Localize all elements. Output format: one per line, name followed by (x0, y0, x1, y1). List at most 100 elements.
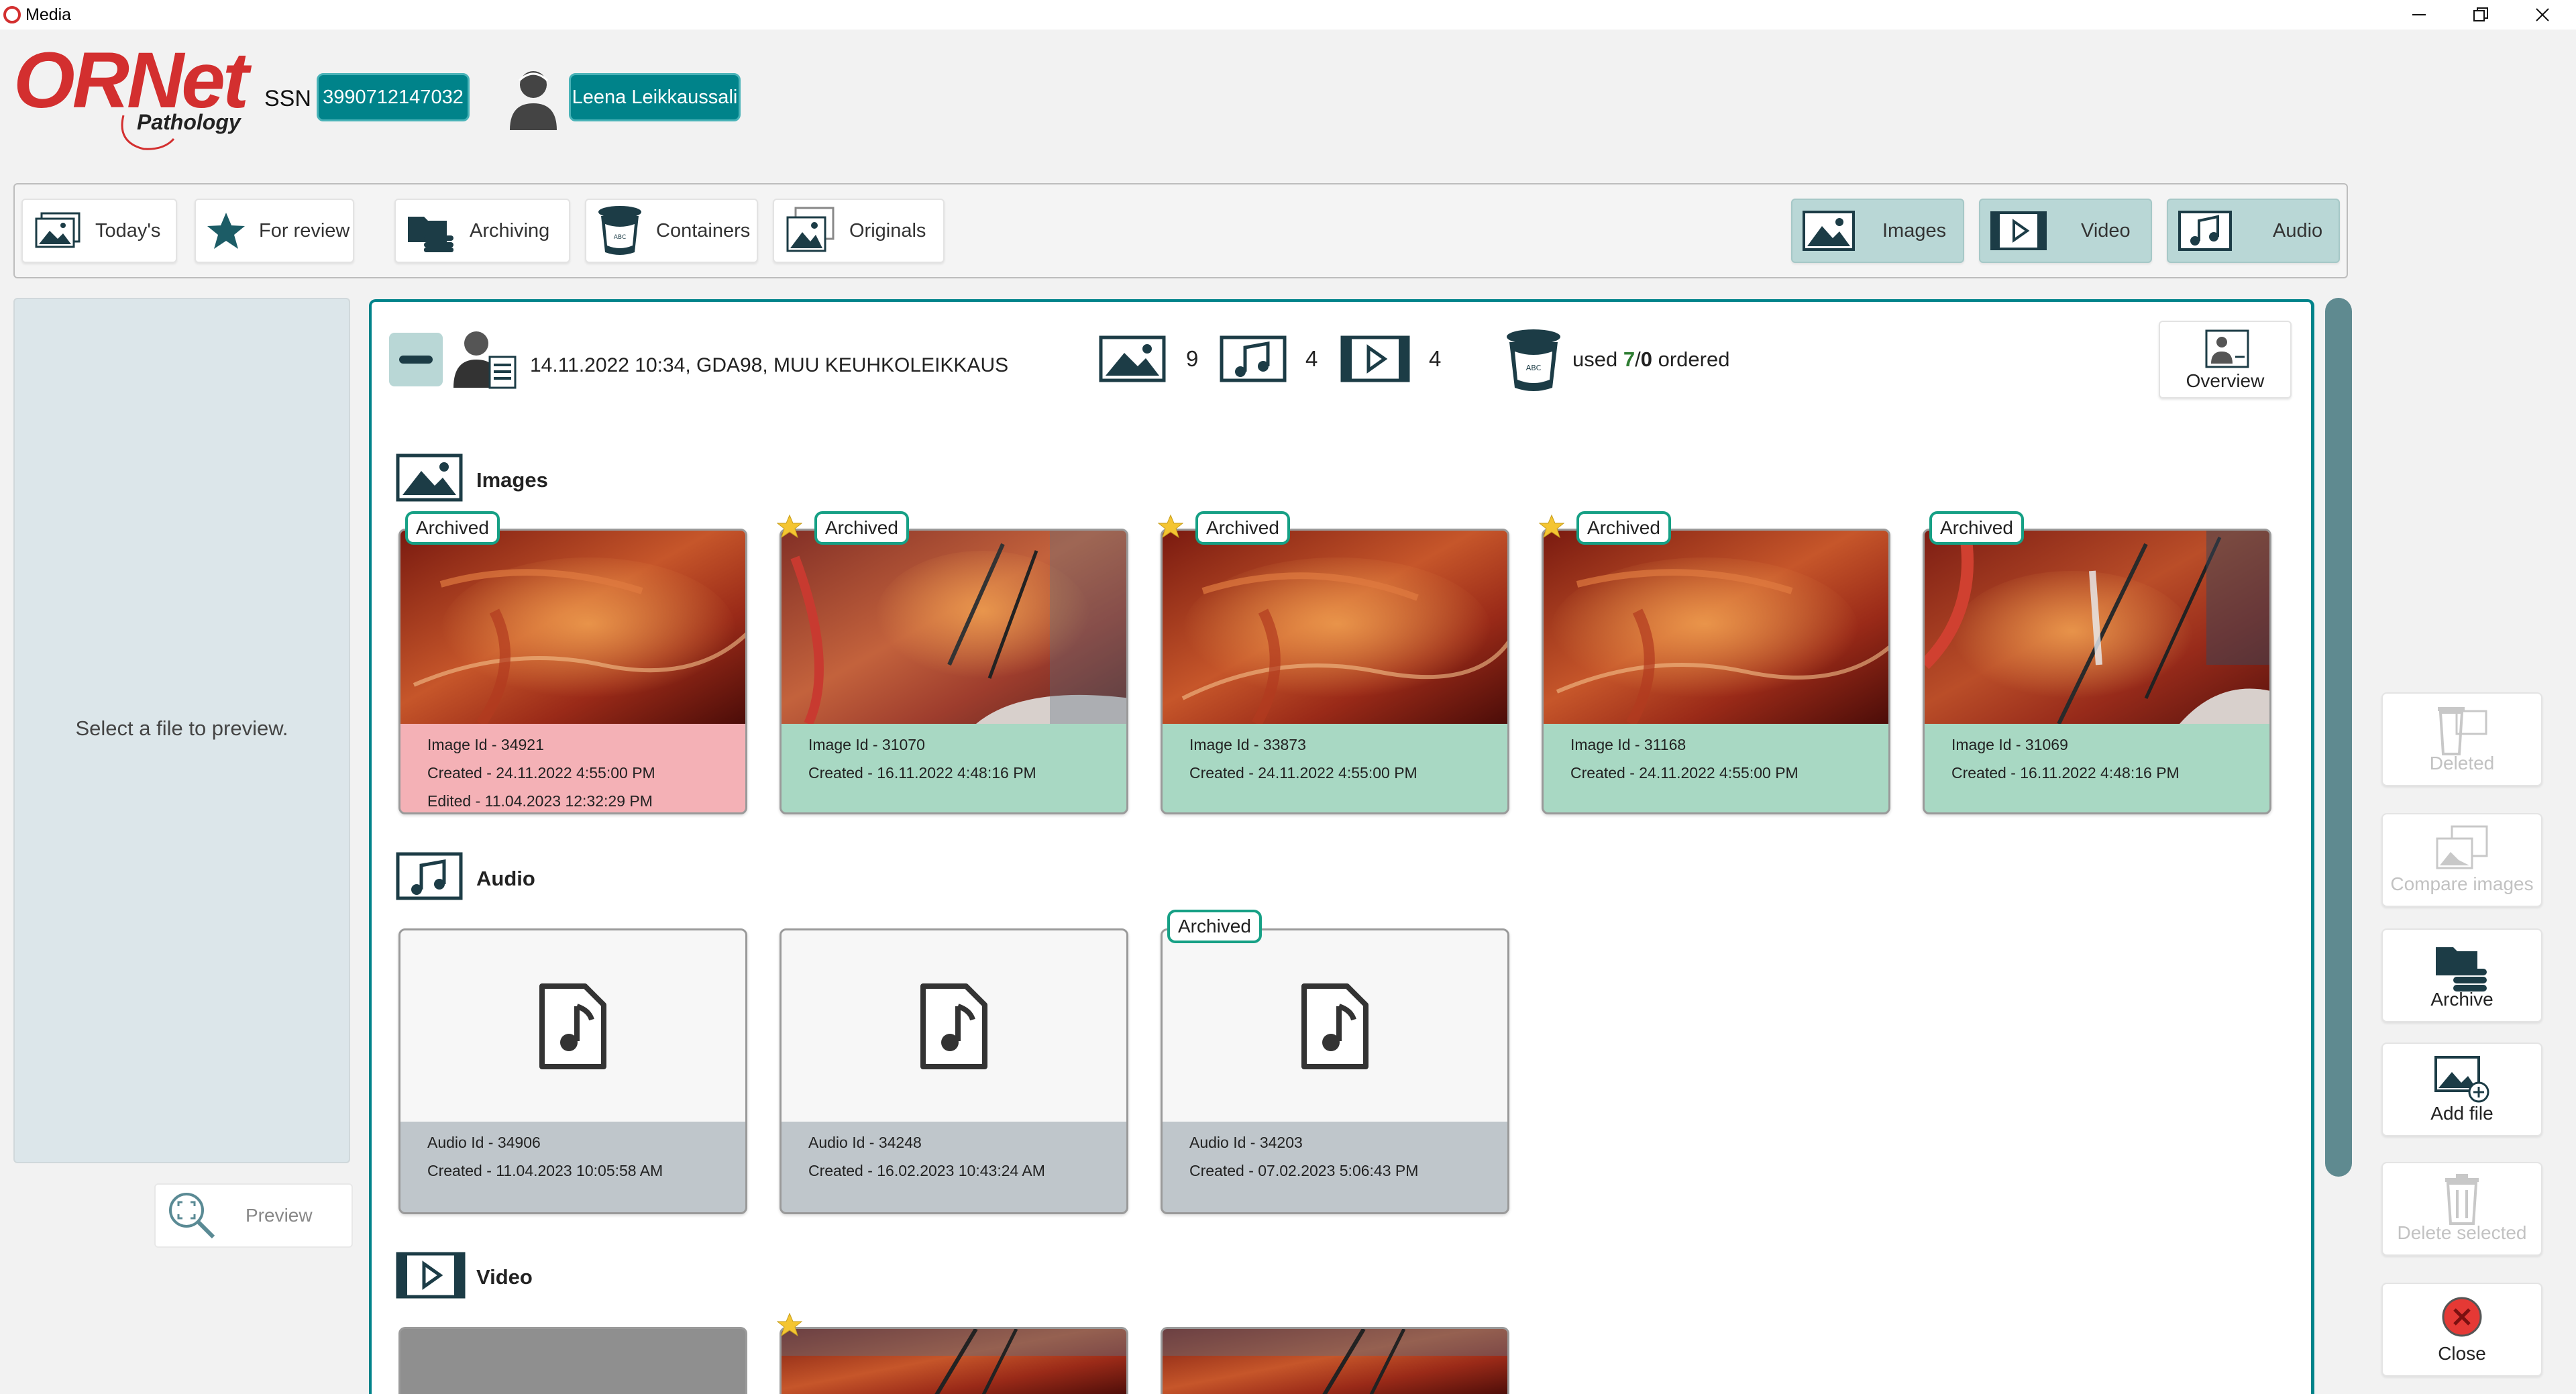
image-card[interactable]: Image Id - 33873 Created - 24.11.2022 4:… (1161, 529, 1509, 814)
image-count-icon (1099, 335, 1166, 382)
image-created: Created - 16.11.2022 4:48:16 PM (1951, 764, 2180, 782)
usage-separator: / (1635, 347, 1641, 371)
todays-label: Today's (95, 219, 161, 242)
image-id: Image Id - 33873 (1189, 736, 1306, 753)
add-file-button[interactable]: Add file (2381, 1042, 2542, 1136)
star-icon (207, 213, 245, 249)
ordered-count: 0 (1640, 347, 1652, 371)
overview-label: Overview (2186, 370, 2265, 391)
video-card[interactable] (1161, 1327, 1509, 1394)
starred-icon (777, 514, 802, 539)
container-jar-icon: ABC (598, 206, 641, 255)
compare-images-button[interactable]: Compare images (2381, 813, 2542, 907)
audio-card[interactable]: Audio Id - 34203 Created - 07.02.2023 5:… (1161, 928, 1509, 1214)
ssn-label: SSN (264, 86, 311, 111)
video-card[interactable] (398, 1327, 747, 1394)
close-circle-icon (2442, 1297, 2482, 1337)
images-section-title: Images (476, 468, 548, 492)
for-review-label: For review (259, 219, 350, 242)
trash-icon (2445, 1174, 2479, 1225)
app-logo-icon (3, 6, 21, 23)
audio-card[interactable]: Audio Id - 34906 Created - 11.04.2023 10… (398, 928, 747, 1214)
delete-selected-label: Delete selected (2397, 1222, 2527, 1243)
close-button[interactable]: Close (2381, 1283, 2542, 1377)
for-review-button[interactable]: For review (195, 199, 354, 263)
audio-created: Created - 11.04.2023 10:05:58 AM (427, 1162, 663, 1179)
audio-count: 4 (1305, 346, 1318, 371)
compare-images-label: Compare images (2390, 873, 2534, 894)
video-filter-label: Video (2081, 219, 2131, 242)
image-created: Created - 16.11.2022 4:48:16 PM (808, 764, 1036, 782)
ordered-suffix: ordered (1658, 347, 1730, 371)
video-filter-button[interactable]: Video (1979, 199, 2152, 263)
ornet-logo: ORNet Pathology (9, 35, 251, 162)
collapse-button[interactable] (389, 333, 443, 386)
user-name: Leena Leikkaussali (569, 73, 741, 121)
svg-text:ABC: ABC (1526, 364, 1542, 372)
containers-label: Containers (656, 219, 751, 242)
scrollbar-thumb[interactable] (2325, 298, 2352, 1177)
containers-usage: used 7/0 ordered (1572, 347, 1729, 372)
starred-icon (777, 1312, 802, 1337)
image-card[interactable]: Image Id - 31168 Created - 24.11.2022 4:… (1542, 529, 1890, 814)
images-section-icon (396, 453, 463, 502)
video-count: 4 (1429, 346, 1442, 371)
image-card[interactable]: Image Id - 31070 Created - 16.11.2022 4:… (780, 529, 1128, 814)
image-icon (1803, 211, 1855, 251)
audio-id: Audio Id - 34203 (1189, 1134, 1303, 1151)
delete-selected-button[interactable]: Delete selected (2381, 1162, 2542, 1256)
image-card-meta: Image Id - 33873 Created - 24.11.2022 4:… (1163, 724, 1507, 812)
archive-icon (2436, 947, 2487, 991)
todays-button[interactable]: Today's (21, 199, 177, 263)
patient-record-icon (453, 331, 517, 389)
starred-icon (1539, 514, 1564, 539)
archived-badge: Archived (1929, 511, 2024, 545)
media-panel (369, 299, 2314, 1394)
archiving-button[interactable]: Archiving (394, 199, 570, 263)
images-stack-icon (35, 212, 80, 248)
audio-count-icon (1220, 335, 1287, 382)
archive-button[interactable]: Archive (2381, 928, 2542, 1022)
archived-badge: Archived (1576, 511, 1671, 545)
image-card[interactable]: Image Id - 34921 Created - 24.11.2022 4:… (398, 529, 747, 814)
audio-card-meta: Audio Id - 34248 Created - 16.02.2023 10… (782, 1122, 1126, 1212)
archived-badge: Archived (1195, 511, 1290, 545)
close-label: Close (2438, 1343, 2486, 1364)
image-created: Created - 24.11.2022 4:55:00 PM (1189, 764, 1417, 782)
archived-badge: Archived (405, 511, 500, 545)
minimize-button[interactable] (2388, 1, 2450, 28)
image-id: Image Id - 34921 (427, 736, 544, 753)
overview-icon (2205, 329, 2249, 368)
image-card-meta: Image Id - 34921 Created - 24.11.2022 4:… (400, 724, 745, 812)
svg-text:ABC: ABC (614, 234, 626, 241)
image-count: 9 (1186, 346, 1199, 371)
image-created: Created - 24.11.2022 4:55:00 PM (427, 764, 655, 782)
archived-badge: Archived (1167, 910, 1262, 943)
images-filter-button[interactable]: Images (1791, 199, 1964, 263)
overview-button[interactable]: Overview (2159, 321, 2292, 398)
audio-id: Audio Id - 34248 (808, 1134, 922, 1151)
restore-button[interactable] (2450, 1, 2512, 28)
video-section-icon (396, 1252, 466, 1299)
video-count-icon (1340, 335, 1410, 382)
title-bar (0, 0, 2576, 30)
audio-icon (2178, 211, 2232, 251)
audio-card-meta: Audio Id - 34906 Created - 11.04.2023 10… (400, 1122, 745, 1212)
deleted-button[interactable]: Deleted (2381, 692, 2542, 786)
image-id: Image Id - 31168 (1570, 736, 1686, 753)
container-jar-icon: ABC (1507, 329, 1560, 391)
containers-button[interactable]: ABC Containers (585, 199, 758, 263)
image-card[interactable]: Image Id - 31069 Created - 16.11.2022 4:… (1923, 529, 2271, 814)
audio-section-icon (396, 852, 463, 900)
minus-icon (399, 356, 433, 364)
preview-label: Preview (246, 1205, 313, 1226)
video-card[interactable] (780, 1327, 1128, 1394)
originals-button[interactable]: Originals (773, 199, 945, 263)
audio-thumbnail (400, 930, 745, 1122)
window-close-button[interactable] (2512, 1, 2573, 28)
audio-card[interactable]: Audio Id - 34248 Created - 16.02.2023 10… (780, 928, 1128, 1214)
audio-id: Audio Id - 34906 (427, 1134, 541, 1151)
audio-filter-button[interactable]: Audio (2167, 199, 2340, 263)
preview-button[interactable]: Preview (154, 1183, 353, 1248)
audio-created: Created - 16.02.2023 10:43:24 AM (808, 1162, 1045, 1179)
